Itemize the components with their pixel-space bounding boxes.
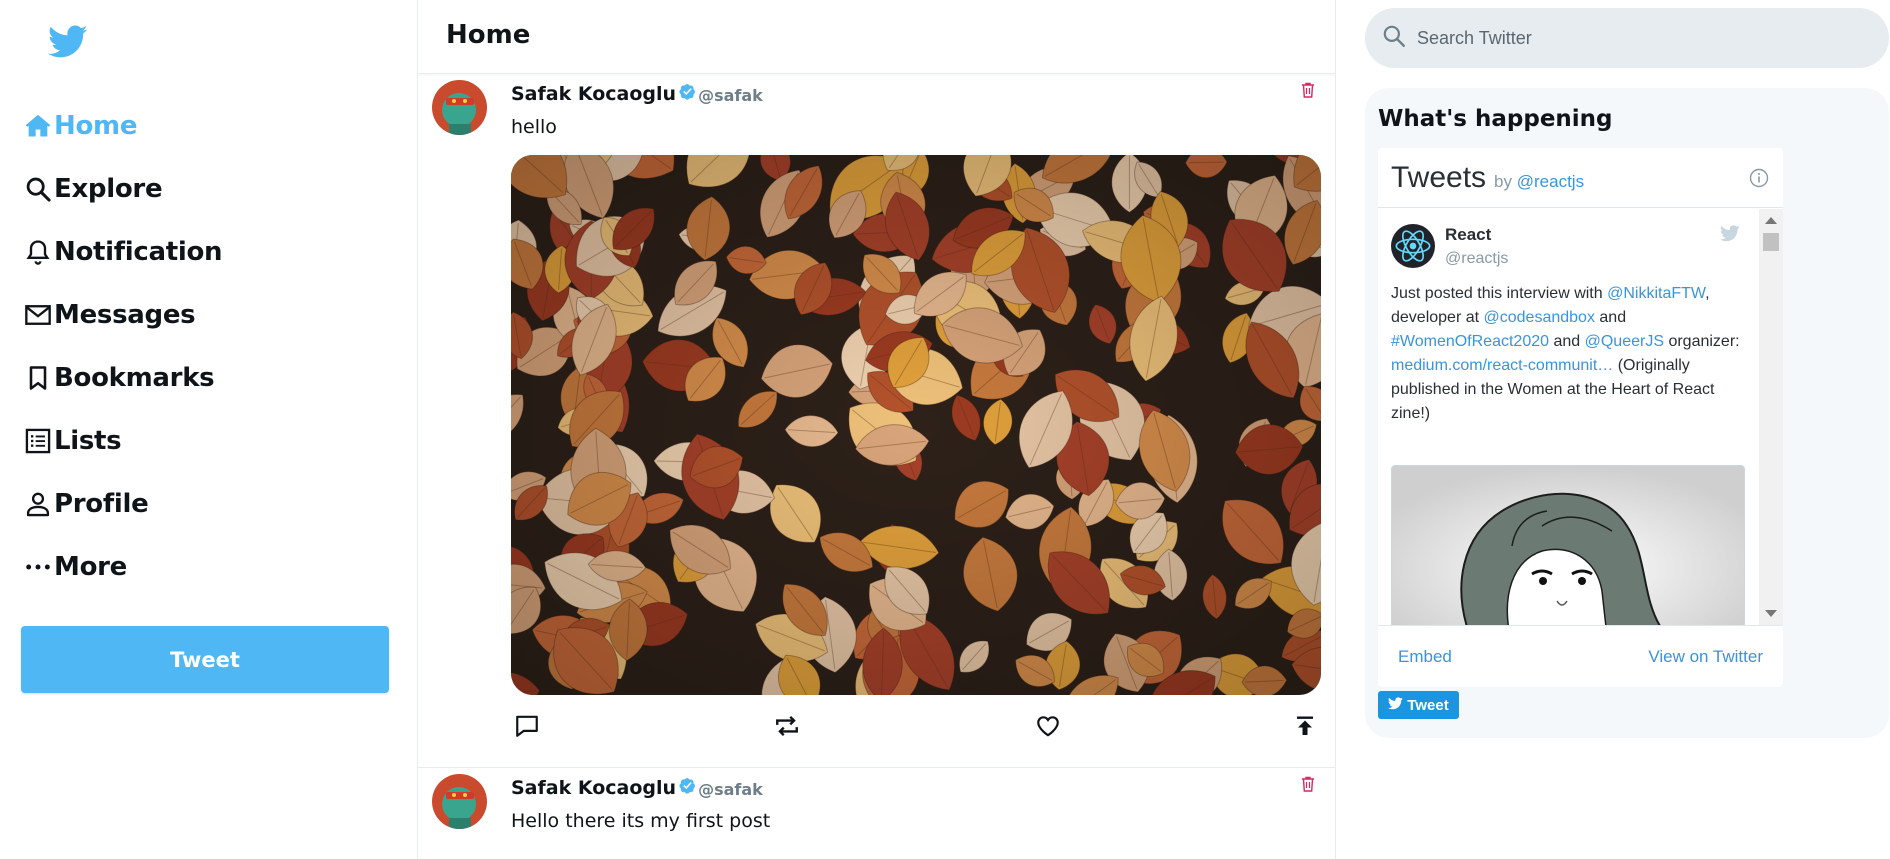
hashtag-link[interactable]: #WomenOfReact2020: [1391, 333, 1549, 350]
embed-footer: Embed View on Twitter: [1378, 625, 1783, 687]
post-author-name[interactable]: Safak Kocaoglu: [511, 777, 676, 799]
delete-icon[interactable]: [1301, 776, 1315, 797]
nav-label: Notification: [54, 236, 223, 267]
text-part: organizer:: [1664, 333, 1740, 350]
mention-link[interactable]: @NikkitaFTW: [1607, 285, 1705, 302]
nav-item-messages[interactable]: Messages: [22, 283, 222, 346]
search-bar[interactable]: [1365, 8, 1889, 68]
post-author: Safak Kocaoglu @safak: [511, 83, 763, 105]
nav-item-more[interactable]: More: [22, 535, 222, 598]
embed-tweet-handle[interactable]: @reactjs: [1445, 250, 1508, 268]
info-icon[interactable]: [1749, 168, 1769, 193]
main-nav: Home Explore Notification Messages Bookm…: [22, 94, 223, 598]
share-icon[interactable]: [1289, 710, 1321, 742]
twitter-bird-icon[interactable]: [1720, 225, 1740, 247]
feed-header: Home: [418, 0, 1335, 74]
home-icon: [22, 110, 54, 142]
delete-icon[interactable]: [1301, 82, 1315, 103]
mention-link[interactable]: @codesandbox: [1484, 309, 1595, 326]
embed-scrollbar[interactable]: [1759, 209, 1783, 625]
tweet-button[interactable]: Tweet: [21, 626, 389, 693]
embed-byline: by @reactjs: [1494, 172, 1584, 192]
twitter-timeline-embed: Tweets by @reactjs React @reactjs Just p…: [1378, 148, 1783, 687]
embed-by-handle[interactable]: @reactjs: [1517, 172, 1584, 191]
search-input[interactable]: [1417, 27, 1857, 49]
nav-label: Lists: [54, 425, 122, 456]
embed-tweet-text: Just posted this interview with @Nikkita…: [1391, 282, 1756, 426]
nav-item-explore[interactable]: Explore: [22, 157, 222, 220]
embed-by-label: by: [1494, 171, 1513, 191]
widgets-panel: What's happening Tweets by @reactjs Reac…: [1365, 88, 1889, 738]
embed-link[interactable]: Embed: [1398, 647, 1452, 667]
scrollbar-thumb[interactable]: [1763, 233, 1779, 251]
text-part: and: [1549, 333, 1585, 350]
retweet-icon[interactable]: [771, 710, 803, 742]
person-icon: [22, 488, 54, 520]
embed-title: Tweets: [1391, 160, 1487, 194]
embed-tweet-name[interactable]: React: [1445, 225, 1491, 245]
mail-icon: [22, 299, 54, 331]
scroll-up-icon[interactable]: [1765, 217, 1777, 224]
nav-label: Explore: [54, 173, 163, 204]
text-part: Just posted this interview with: [1391, 285, 1608, 302]
nav-item-notification[interactable]: Notification: [22, 220, 223, 283]
post-image[interactable]: [511, 155, 1321, 695]
nav-item-profile[interactable]: Profile: [22, 472, 222, 535]
search-icon: [1381, 23, 1407, 54]
left-sidebar: Home Explore Notification Messages Bookm…: [0, 0, 418, 859]
mention-link[interactable]: @QueerJS: [1585, 333, 1664, 350]
view-on-twitter-link[interactable]: View on Twitter: [1648, 647, 1763, 667]
reply-icon[interactable]: [511, 710, 543, 742]
widget-title: What's happening: [1378, 106, 1613, 132]
post: Safak Kocaoglu @safak hello: [418, 74, 1335, 768]
nav-item-home[interactable]: Home: [22, 94, 222, 157]
feed: Home Safak Kocaoglu @safak hello Safak K…: [418, 0, 1336, 859]
more-icon: [22, 551, 54, 583]
post-author-name[interactable]: Safak Kocaoglu: [511, 83, 676, 105]
right-column: What's happening Tweets by @reactjs: [1336, 0, 1890, 859]
embed-header: Tweets by @reactjs: [1378, 148, 1783, 208]
react-logo-icon[interactable]: [1391, 224, 1435, 268]
avatar[interactable]: [432, 774, 487, 829]
nav-label: Bookmarks: [54, 362, 215, 393]
nav-item-lists[interactable]: Lists: [22, 409, 222, 472]
url-link[interactable]: medium.com/react-communit…: [1391, 357, 1613, 374]
nav-label: Home: [54, 110, 138, 141]
post: Safak Kocaoglu @safak Hello there its my…: [418, 768, 1335, 859]
scroll-down-icon[interactable]: [1765, 610, 1777, 617]
post-text: Hello there its my first post: [511, 810, 771, 832]
like-icon[interactable]: [1032, 710, 1064, 742]
share-tweet-label: Tweet: [1407, 696, 1449, 714]
bookmark-icon: [22, 362, 54, 394]
list-icon: [22, 425, 54, 457]
search-icon: [22, 173, 54, 205]
avatar[interactable]: [432, 80, 487, 135]
page-title: Home: [446, 20, 531, 50]
post-author-handle[interactable]: @safak: [698, 86, 763, 105]
post-author-handle[interactable]: @safak: [698, 780, 763, 799]
nav-label: More: [54, 551, 127, 582]
post-text: hello: [511, 116, 557, 138]
verified-badge-icon: [679, 83, 696, 105]
embed-tweet-image[interactable]: [1391, 465, 1745, 625]
text-part: and: [1594, 309, 1627, 326]
twitter-bird-icon: [1388, 696, 1404, 714]
embed-tweet: React @reactjs Just posted this intervie…: [1378, 209, 1756, 625]
twitter-bird-icon[interactable]: [48, 24, 88, 60]
nav-label: Profile: [54, 488, 149, 519]
nav-item-bookmarks[interactable]: Bookmarks: [22, 346, 222, 409]
post-actions: [511, 710, 1321, 746]
bell-icon: [22, 236, 54, 268]
share-tweet-button[interactable]: Tweet: [1378, 691, 1459, 719]
verified-badge-icon: [679, 777, 696, 799]
nav-label: Messages: [54, 299, 196, 330]
post-author: Safak Kocaoglu @safak: [511, 777, 763, 799]
